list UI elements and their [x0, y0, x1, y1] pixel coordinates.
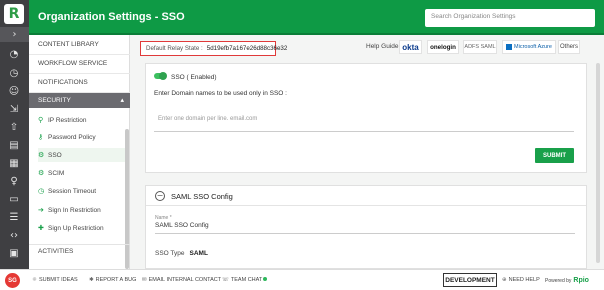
chevron-up-icon: ▴	[120, 96, 124, 104]
sidebar-item-password-policy[interactable]: ⚷ Password Policy	[38, 130, 128, 144]
search-input[interactable]: Search Organization Settings	[425, 9, 595, 27]
list-icon[interactable]: ☰	[6, 210, 22, 224]
code-icon[interactable]: ‹›	[6, 228, 22, 242]
email-icon: ✉	[142, 277, 147, 283]
relay-state-value: 5d19efb7a167e26d88c36e32	[206, 45, 288, 52]
provider-adfs-saml[interactable]: ADFS SAML	[463, 40, 497, 54]
sso-type-label: SSO Type	[155, 250, 185, 257]
environment-badge: DEVELOPMENT	[443, 273, 497, 287]
name-field[interactable]: SAML SSO Config	[155, 222, 575, 234]
sso-type-row: SSO Type SAML	[155, 250, 208, 257]
sidebar-item-content-library[interactable]: CONTENT LIBRARY	[29, 35, 130, 55]
windows-icon	[506, 44, 513, 50]
name-field-label: Name *	[155, 215, 172, 221]
user-plus-icon: ✚	[38, 224, 44, 232]
help-guide-label: Help Guide	[366, 43, 399, 50]
submit-button[interactable]: SUBMIT	[535, 148, 574, 163]
sidebar-section-label: SECURITY	[38, 97, 71, 104]
sso-settings-card: SSO ( Enabled) Enter Domain names to be …	[145, 63, 587, 173]
default-relay-state: Default Relay State :5d19efb7a167e26d88c…	[140, 41, 287, 56]
sso-toggle[interactable]	[154, 72, 167, 80]
sidebar-item-sso[interactable]: ⚙ SSO	[38, 148, 128, 162]
import-icon[interactable]: ⇲	[6, 102, 22, 116]
sidebar-item-sign-in-restriction[interactable]: ➔ Sign In Restriction	[38, 203, 128, 217]
relay-state-label: Default Relay State :	[146, 45, 203, 52]
saml-config-card: − SAML SSO Config Name * SAML SSO Config…	[145, 185, 587, 269]
sidebar-item-workflow-service[interactable]: WORKFLOW SERVICE	[29, 54, 130, 74]
need-help-link[interactable]: ⊕ NEED HELP	[502, 277, 540, 283]
sidebar-item-ip-restriction[interactable]: ⚲ IP Restriction	[38, 113, 128, 127]
lightbulb-icon[interactable]: ♀	[6, 174, 22, 188]
main-scrollbar[interactable]	[596, 63, 600, 263]
domain-names-label: Enter Domain names to be used only in SS…	[154, 90, 287, 97]
collapse-icon[interactable]: −	[155, 191, 165, 201]
chat-icon: ☏	[222, 277, 229, 283]
provider-onelogin[interactable]: onelogin	[427, 40, 459, 54]
email-internal-contact-link[interactable]: ✉ EMAIL INTERNAL CONTACT	[142, 277, 221, 283]
team-chat-link[interactable]: ☏ TEAM CHAT	[222, 277, 268, 283]
clock-icon: ◷	[38, 187, 45, 195]
avatar[interactable]: SG	[5, 273, 20, 288]
bug-icon: ✱	[89, 277, 94, 283]
key-icon: ⚷	[38, 133, 44, 141]
saml-config-title: SAML SSO Config	[171, 192, 233, 201]
sso-icon: ⚙	[38, 151, 45, 159]
domain-names-input[interactable]: Enter one domain per line. email.com	[154, 106, 574, 132]
monitor-icon[interactable]: ▣	[6, 246, 22, 260]
provider-okta[interactable]: okta	[399, 40, 422, 54]
footer-bar: SG ☼ SUBMIT IDEAS ✱ REPORT A BUG ✉ EMAIL IN…	[0, 269, 604, 290]
sso-toggle-label: SSO ( Enabled)	[171, 74, 217, 81]
main-content: Default Relay State :5d19efb7a167e26d88c…	[130, 35, 604, 269]
sidebar-item-notifications[interactable]: NOTIFICATIONS	[29, 73, 130, 93]
document-icon[interactable]: ▤	[6, 138, 22, 152]
gears-icon: ⚙	[38, 169, 45, 177]
sidebar-item-scim[interactable]: ⚙ SCIM	[38, 166, 128, 180]
people-icon[interactable]: ☺	[6, 84, 22, 98]
settings-sidebar: CONTENT LIBRARY WORKFLOW SERVICE NOTIFIC…	[29, 35, 130, 269]
analytics-icon[interactable]: ◷	[6, 66, 22, 80]
lightbulb-icon: ☼	[32, 277, 37, 283]
saml-config-header[interactable]: − SAML SSO Config	[146, 186, 586, 206]
powered-by: Powered by Rpio	[545, 277, 589, 284]
sidebar-item-activities[interactable]: ACTIVITIES	[29, 244, 130, 258]
sidebar-item-sign-up-restriction[interactable]: ✚ Sign Up Restriction	[38, 221, 128, 235]
sidebar-item-session-timeout[interactable]: ◷ Session Timeout	[38, 184, 128, 198]
chevron-right-icon: ›	[12, 29, 17, 40]
provider-others[interactable]: Others	[558, 40, 580, 54]
upload-icon[interactable]: ⇧	[6, 120, 22, 134]
submit-ideas-link[interactable]: ☼ SUBMIT IDEAS	[32, 277, 78, 283]
layers-icon[interactable]: ▦	[6, 156, 22, 170]
sidebar-section-security[interactable]: SECURITY ▴	[29, 93, 130, 108]
provider-microsoft-azure[interactable]: Microsoft Azure	[502, 40, 556, 54]
expand-rail-button[interactable]: ›	[0, 27, 29, 42]
icon-rail: R › ◔ ◷ ☺ ⇲ ⇧ ▤ ▦ ♀ ▭ ☰ ‹› ▣	[0, 0, 29, 269]
app-logo[interactable]: R	[4, 4, 24, 24]
folder-icon[interactable]: ▭	[6, 192, 22, 206]
help-icon: ⊕	[502, 277, 507, 283]
sign-in-icon: ➔	[38, 206, 44, 214]
dashboard-icon[interactable]: ◔	[6, 47, 22, 61]
online-status-dot	[263, 277, 268, 281]
page-title: Organization Settings - SSO	[38, 11, 185, 23]
sso-type-value: SAML	[189, 250, 208, 257]
location-icon: ⚲	[38, 116, 44, 124]
rpio-logo: Rpio	[573, 277, 589, 284]
page-header: Organization Settings - SSO Search Organ…	[29, 0, 604, 35]
report-bug-link[interactable]: ✱ REPORT A BUG	[89, 277, 136, 283]
